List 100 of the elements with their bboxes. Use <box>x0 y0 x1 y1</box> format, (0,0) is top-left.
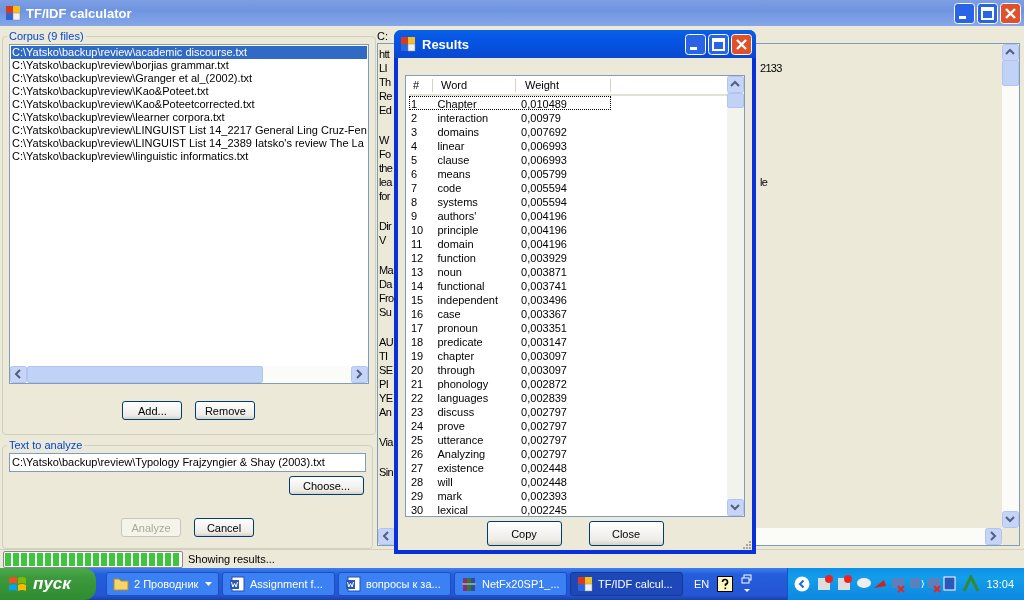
result-row[interactable]: 27 existence 0,002448 <box>409 460 611 474</box>
result-row[interactable]: 23 discuss 0,002797 <box>409 404 611 418</box>
minimize-button[interactable] <box>954 2 975 24</box>
rank-cell-text: 6 <box>410 167 419 179</box>
file-list-item[interactable]: C:\Yatsko\backup\review\linguistic informatics.txt <box>11 150 367 163</box>
result-row[interactable]: 30 lexical 0,002245 <box>409 502 611 516</box>
weight-cell-text: 0,003097 <box>520 363 568 375</box>
word-cell-text: mark <box>436 489 463 501</box>
resize-grip-icon[interactable] <box>741 539 751 549</box>
taskbar-button[interactable]: Assignment f... <box>222 572 335 596</box>
result-row[interactable]: 14 functional 0,003741 <box>409 278 611 292</box>
taskbar-button[interactable]: 2 Проводник <box>106 572 219 596</box>
app-icon <box>5 5 21 21</box>
pane-label: C: <box>377 30 389 43</box>
scroll-right-icon[interactable] <box>350 366 368 383</box>
close-button[interactable] <box>731 33 752 55</box>
result-row[interactable]: 7 code 0,005594 <box>409 180 611 194</box>
result-row[interactable]: 10 principle 0,004196 <box>409 222 611 236</box>
taskbar-button[interactable]: TF/IDF calcul... <box>570 572 683 596</box>
close-button[interactable] <box>1000 2 1021 24</box>
result-row[interactable]: 26 Analyzing 0,002797 <box>409 446 611 460</box>
result-row[interactable]: 20 through 0,003097 <box>409 362 611 376</box>
result-row[interactable]: 8 systems 0,005594 <box>409 194 611 208</box>
result-row[interactable]: 17 pronoun 0,003351 <box>409 320 611 334</box>
result-row[interactable]: 11 domain 0,004196 <box>409 236 611 250</box>
scroll-left-icon[interactable] <box>10 366 27 383</box>
result-row[interactable]: 6 means 0,005799 <box>409 166 611 180</box>
language-indicator[interactable]: EN <box>694 578 710 590</box>
dialog-button[interactable]: Copy <box>486 521 562 546</box>
word-cell-text: means <box>436 167 472 179</box>
action-button[interactable]: Cancel <box>194 518 254 538</box>
result-row[interactable]: 9 authors' 0,004196 <box>409 208 611 222</box>
word-cell-text: case <box>436 307 462 319</box>
file-list-item[interactable]: C:\Yatsko\backup\review\Granger et al_(2002).txt <box>11 72 367 85</box>
tray-icons-drawing[interactable] <box>816 574 957 594</box>
file-list-item[interactable]: C:\Yatsko\backup\review\LINGUIST List 14_2217 General Ling Cruz-Fen <box>11 124 367 137</box>
chevron-left-icon[interactable] <box>794 576 811 592</box>
word-cell-text: through <box>436 363 476 375</box>
scroll-up-icon[interactable] <box>727 76 744 93</box>
result-row[interactable]: 13 noun 0,003871 <box>409 264 611 278</box>
scroll-down-icon[interactable] <box>727 499 744 516</box>
help-icon[interactable] <box>717 576 734 592</box>
result-row[interactable]: 21 phonology 0,002872 <box>409 376 611 390</box>
maximize-button[interactable] <box>708 33 729 55</box>
result-row[interactable]: 18 predicate 0,003147 <box>409 334 611 348</box>
taskbar-button[interactable]: вопросы к за... <box>338 572 451 596</box>
result-row[interactable]: 4 linear 0,006993 <box>409 138 611 152</box>
file-path-field[interactable]: C:\Yatsko\backup\review\Typology Frajzyngier & Shay (2003).txt <box>9 453 366 473</box>
scroll-right-icon[interactable] <box>985 528 1002 545</box>
result-row[interactable]: 24 prove 0,002797 <box>409 418 611 432</box>
file-list-item[interactable]: C:\Yatsko\backup\review\Kao&Poteetcorrected.txt <box>11 98 367 111</box>
result-row[interactable]: 19 chapter 0,003097 <box>409 348 611 362</box>
choose-button[interactable]: Choose... <box>289 476 364 496</box>
result-row[interactable]: 1 Chapter 0,010489 <box>409 96 611 110</box>
rank-cell-text: 12 <box>410 251 425 263</box>
start-button[interactable]: пуск <box>0 568 96 600</box>
word-cell-text: function <box>436 251 477 263</box>
result-row[interactable]: 5 clause 0,006993 <box>409 152 611 166</box>
rank-cell-text: 3 <box>410 125 419 137</box>
scroll-up-icon[interactable] <box>1002 44 1019 61</box>
scrollbar-thumb[interactable] <box>27 366 263 383</box>
results-list[interactable] <box>405 75 745 517</box>
result-row[interactable]: 22 languages 0,002839 <box>409 390 611 404</box>
result-row[interactable]: 16 case 0,003367 <box>409 306 611 320</box>
file-list-item[interactable]: C:\Yatsko\backup\review\borjias grammar.txt <box>11 59 367 72</box>
scrollbar-thumb[interactable] <box>1002 60 1019 86</box>
result-row[interactable]: 25 utterance 0,002797 <box>409 432 611 446</box>
file-list-item[interactable]: C:\Yatsko\backup\review\LINGUIST List 14_2389 Iatsko's review The La <box>11 137 367 150</box>
file-list-item[interactable]: C:\Yatsko\backup\review\Kao&Poteet.txt <box>11 85 367 98</box>
file-list[interactable] <box>9 44 369 384</box>
column-header[interactable]: Word <box>433 78 516 92</box>
text-fragment: 2133 <box>760 61 782 75</box>
result-row[interactable]: 29 mark 0,002393 <box>409 488 611 502</box>
result-row[interactable]: 12 function 0,003929 <box>409 250 611 264</box>
scroll-down-icon[interactable] <box>1002 511 1019 528</box>
text-fragment: Da <box>379 277 392 291</box>
file-list-item[interactable]: C:\Yatsko\backup\review\academic discourse.txt <box>11 46 367 59</box>
scroll-left-icon[interactable] <box>378 528 395 545</box>
file-list-item[interactable]: C:\Yatsko\backup\review\learner corpora.txt <box>11 111 367 124</box>
result-row[interactable]: 28 will 0,002448 <box>409 474 611 488</box>
result-row[interactable]: 2 interaction 0,00979 <box>409 110 611 124</box>
weight-cell-text: 0,002245 <box>520 503 568 515</box>
dialog-button[interactable]: Close <box>588 521 664 546</box>
window-restore-icon[interactable] <box>741 573 754 595</box>
corpus-button[interactable]: Add... <box>122 401 183 420</box>
rank-cell-text: 2 <box>410 111 419 123</box>
maximize-button[interactable] <box>977 2 998 24</box>
result-row[interactable]: 3 domains 0,007692 <box>409 124 611 138</box>
rank-cell-text: 13 <box>410 265 425 277</box>
word-cell-text: systems <box>436 195 479 207</box>
scrollbar-thumb[interactable] <box>727 93 744 108</box>
windows-logo-icon <box>8 575 28 593</box>
result-row[interactable]: 15 independent 0,003496 <box>409 292 611 306</box>
column-header[interactable]: Weight <box>516 78 611 92</box>
column-header[interactable]: # <box>409 78 433 92</box>
taskbar-button[interactable]: NetFx20SP1_... <box>454 572 567 596</box>
minimize-button[interactable] <box>685 33 706 55</box>
clock: 13:04 <box>986 578 1014 590</box>
corpus-button[interactable]: Remove <box>195 401 256 420</box>
weight-cell-text: 0,010489 <box>520 97 568 109</box>
